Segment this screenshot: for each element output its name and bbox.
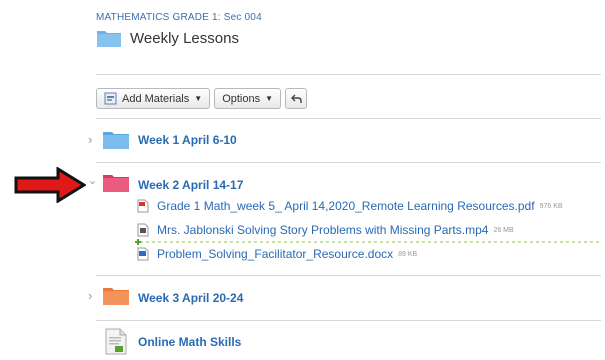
folder-label[interactable]: Week 3 April 20-24 bbox=[138, 291, 243, 305]
add-materials-button[interactable]: Add Materials ▼ bbox=[96, 88, 211, 109]
folder-label[interactable]: Week 1 April 6-10 bbox=[138, 133, 237, 147]
options-button[interactable]: Options ▼ bbox=[214, 88, 282, 109]
divider bbox=[96, 320, 601, 321]
folder-icon bbox=[103, 288, 129, 305]
file-name[interactable]: Mrs. Jablonski Solving Story Problems wi… bbox=[157, 223, 488, 237]
chevron-right-icon[interactable]: › bbox=[88, 288, 92, 303]
red-arrow-icon bbox=[14, 167, 86, 203]
link-document-icon bbox=[105, 328, 127, 355]
link-label[interactable]: Online Math Skills bbox=[138, 335, 241, 349]
folder-row-week-1[interactable]: › Week 1 April 6-10 bbox=[88, 128, 605, 152]
divider bbox=[96, 74, 601, 75]
add-materials-icon bbox=[104, 92, 117, 105]
course-breadcrumb[interactable]: MATHEMATICS GRADE 1: Sec 004 bbox=[96, 12, 262, 23]
folder-icon bbox=[103, 132, 129, 149]
back-button[interactable] bbox=[285, 88, 308, 109]
divider bbox=[96, 275, 601, 276]
folder-label[interactable]: Week 2 April 14-17 bbox=[138, 178, 243, 192]
chevron-down-icon[interactable]: ⌄ bbox=[88, 174, 97, 187]
add-materials-label: Add Materials bbox=[122, 92, 190, 105]
video-file-icon bbox=[137, 223, 149, 237]
folder-icon bbox=[97, 31, 121, 47]
file-item-pdf[interactable]: Grade 1 Math_week 5_ April 14,2020_Remot… bbox=[137, 199, 563, 213]
caret-down-icon: ▼ bbox=[265, 94, 274, 103]
link-item-online-math[interactable]: Online Math Skills bbox=[88, 327, 605, 357]
folder-row-week-2[interactable]: ⌄ Week 2 April 14-17 bbox=[88, 172, 605, 196]
divider bbox=[96, 162, 601, 163]
page-title-row: Weekly Lessons bbox=[96, 28, 239, 48]
file-name[interactable]: Grade 1 Math_week 5_ April 14,2020_Remot… bbox=[157, 199, 535, 213]
folder-icon bbox=[103, 175, 129, 192]
caret-down-icon: ▼ bbox=[194, 94, 203, 103]
options-label: Options bbox=[222, 92, 261, 105]
file-size: 89 KB bbox=[398, 250, 418, 258]
divider bbox=[96, 118, 601, 119]
undo-arrow-icon bbox=[290, 94, 302, 103]
file-size: 976 KB bbox=[539, 202, 563, 210]
toolbar: Add Materials ▼ Options ▼ bbox=[96, 88, 308, 109]
word-file-icon bbox=[137, 247, 149, 261]
folder-row-week-3[interactable]: › Week 3 April 20-24 bbox=[88, 285, 605, 309]
file-name[interactable]: Problem_Solving_Facilitator_Resource.doc… bbox=[157, 247, 393, 261]
chevron-right-icon[interactable]: › bbox=[88, 132, 92, 147]
file-item-video[interactable]: Mrs. Jablonski Solving Story Problems wi… bbox=[137, 223, 514, 237]
header: MATHEMATICS GRADE 1: Sec 004 bbox=[96, 12, 262, 23]
file-item-doc[interactable]: Problem_Solving_Facilitator_Resource.doc… bbox=[137, 247, 417, 261]
page-title: Weekly Lessons bbox=[130, 29, 239, 47]
file-size: 26 MB bbox=[493, 226, 514, 234]
pdf-file-icon bbox=[137, 199, 149, 213]
